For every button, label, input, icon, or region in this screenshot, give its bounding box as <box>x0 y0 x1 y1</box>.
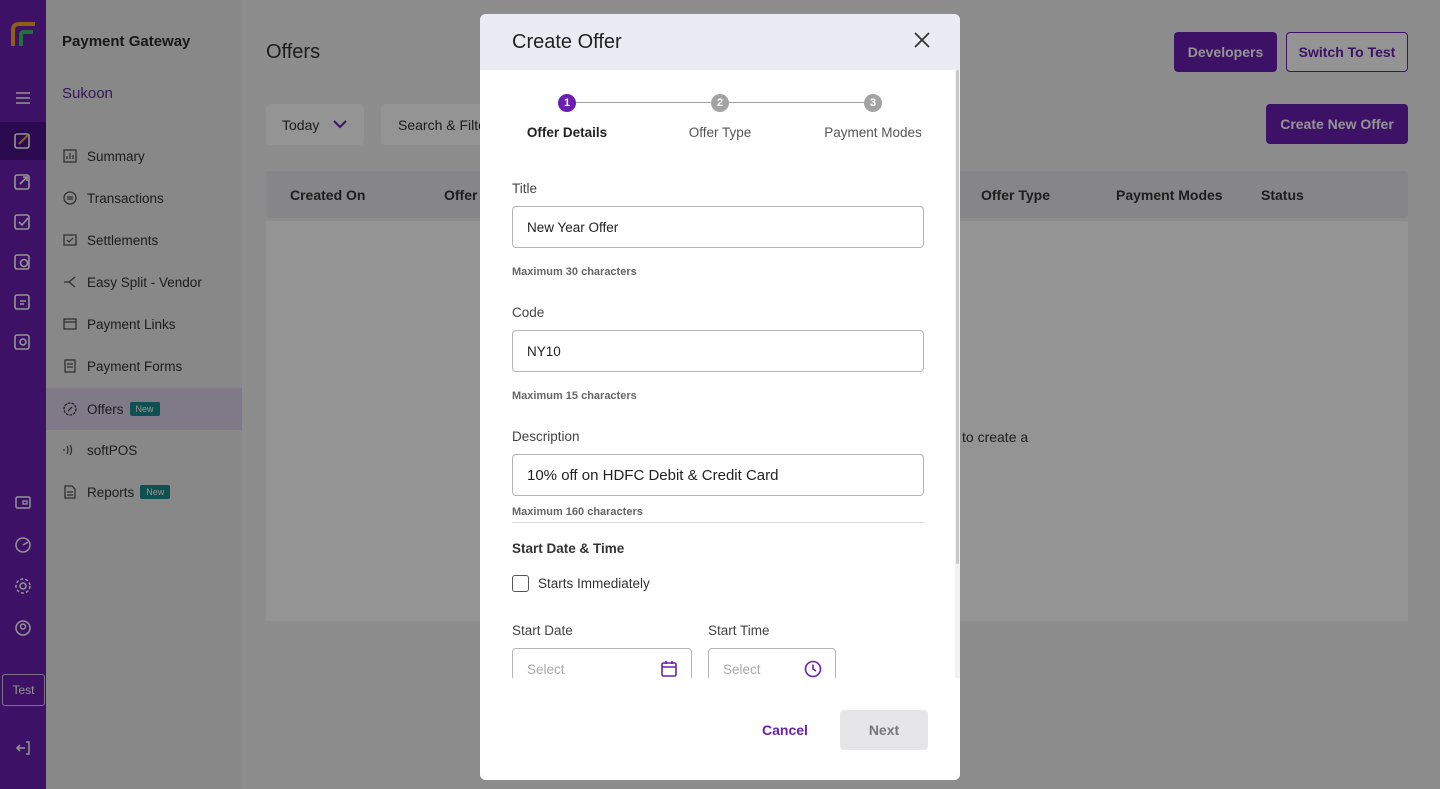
start-date-picker[interactable]: Select <box>512 648 692 678</box>
scrollbar-thumb[interactable] <box>956 70 959 564</box>
stepper-connector <box>728 102 864 103</box>
description-value: 10% off on HDFC Debit & Credit Card <box>527 466 779 484</box>
step-2-indicator: 2 <box>711 94 729 112</box>
close-icon[interactable] <box>912 30 932 50</box>
description-label: Description <box>512 429 580 444</box>
starts-immediately-checkbox[interactable] <box>512 575 529 592</box>
section-divider <box>512 522 924 523</box>
title-input[interactable]: New Year Offer <box>512 206 924 248</box>
modal-header: Create Offer <box>480 14 960 70</box>
start-time-picker[interactable]: Select <box>708 648 836 678</box>
description-hint: Maximum 160 characters <box>512 506 643 518</box>
modal-body: 1 2 3 Offer Details Offer Type Payment M… <box>480 70 960 678</box>
step-3-label: Payment Modes <box>824 125 922 140</box>
code-value: NY10 <box>527 343 561 359</box>
next-button[interactable]: Next <box>840 710 928 750</box>
cancel-button[interactable]: Cancel <box>762 722 808 738</box>
title-hint: Maximum 30 characters <box>512 266 637 278</box>
code-label: Code <box>512 305 545 320</box>
calendar-icon[interactable] <box>659 659 679 678</box>
step-1-label: Offer Details <box>526 125 608 140</box>
code-input[interactable]: NY10 <box>512 330 924 372</box>
create-offer-modal: Create Offer 1 2 3 Offer Details Offer T… <box>480 14 960 780</box>
start-date-placeholder: Select <box>527 661 565 677</box>
start-time-placeholder: Select <box>723 661 761 677</box>
modal-scrollbar[interactable] <box>955 70 960 678</box>
start-date-label: Start Date <box>512 623 573 638</box>
modal-title: Create Offer <box>512 31 622 53</box>
start-section-title: Start Date & Time <box>512 541 625 556</box>
title-label: Title <box>512 181 538 196</box>
modal-footer: Cancel Next <box>480 678 960 780</box>
description-input[interactable]: 10% off on HDFC Debit & Credit Card <box>512 454 924 496</box>
code-hint: Maximum 15 characters <box>512 390 637 402</box>
step-2-label: Offer Type <box>688 125 752 140</box>
title-value: New Year Offer <box>527 219 619 235</box>
stepper-connector <box>575 102 711 103</box>
starts-immediately-label[interactable]: Starts Immediately <box>538 576 650 591</box>
clock-icon[interactable] <box>803 659 823 678</box>
step-3-indicator: 3 <box>864 94 882 112</box>
step-1-indicator: 1 <box>558 94 576 112</box>
start-time-label: Start Time <box>708 623 770 638</box>
